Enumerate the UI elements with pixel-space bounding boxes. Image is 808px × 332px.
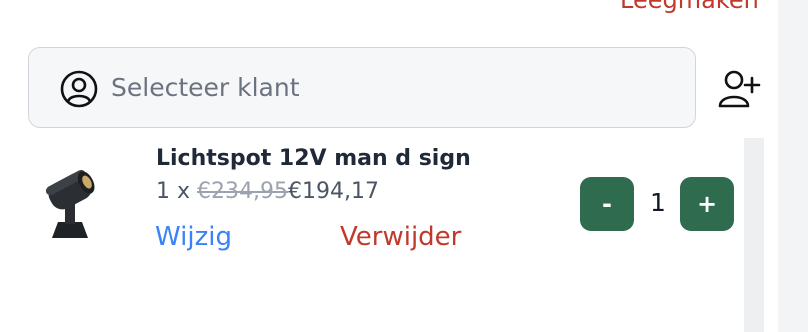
quantity-prefix: 1 x (156, 179, 191, 204)
add-customer-icon[interactable] (716, 66, 762, 110)
product-name: Lichtspot 12V man d sign (156, 146, 471, 171)
discounted-price: €194,17 (288, 179, 379, 204)
customer-select-placeholder: Selecteer klant (111, 73, 300, 102)
scrollbar[interactable] (744, 138, 764, 332)
quantity-value: 1 (650, 188, 666, 217)
remove-item-link[interactable]: Verwijder (340, 222, 461, 252)
user-circle-icon (60, 70, 98, 108)
price-line: 1 x €234,95€194,17 (156, 179, 379, 204)
product-image (45, 169, 95, 238)
panel-edge (778, 0, 808, 332)
increase-quantity-button[interactable]: + (680, 177, 734, 231)
edit-item-link[interactable]: Wijzig (155, 222, 232, 252)
original-price: €234,95 (197, 179, 288, 204)
cart-panel: Leegmaken Selecteer klant Lichtspot 12V … (0, 0, 808, 332)
clear-cart-link[interactable]: Leegmaken (620, 0, 759, 14)
customer-select[interactable]: Selecteer klant (28, 47, 696, 128)
decrease-quantity-button[interactable]: - (580, 177, 634, 231)
